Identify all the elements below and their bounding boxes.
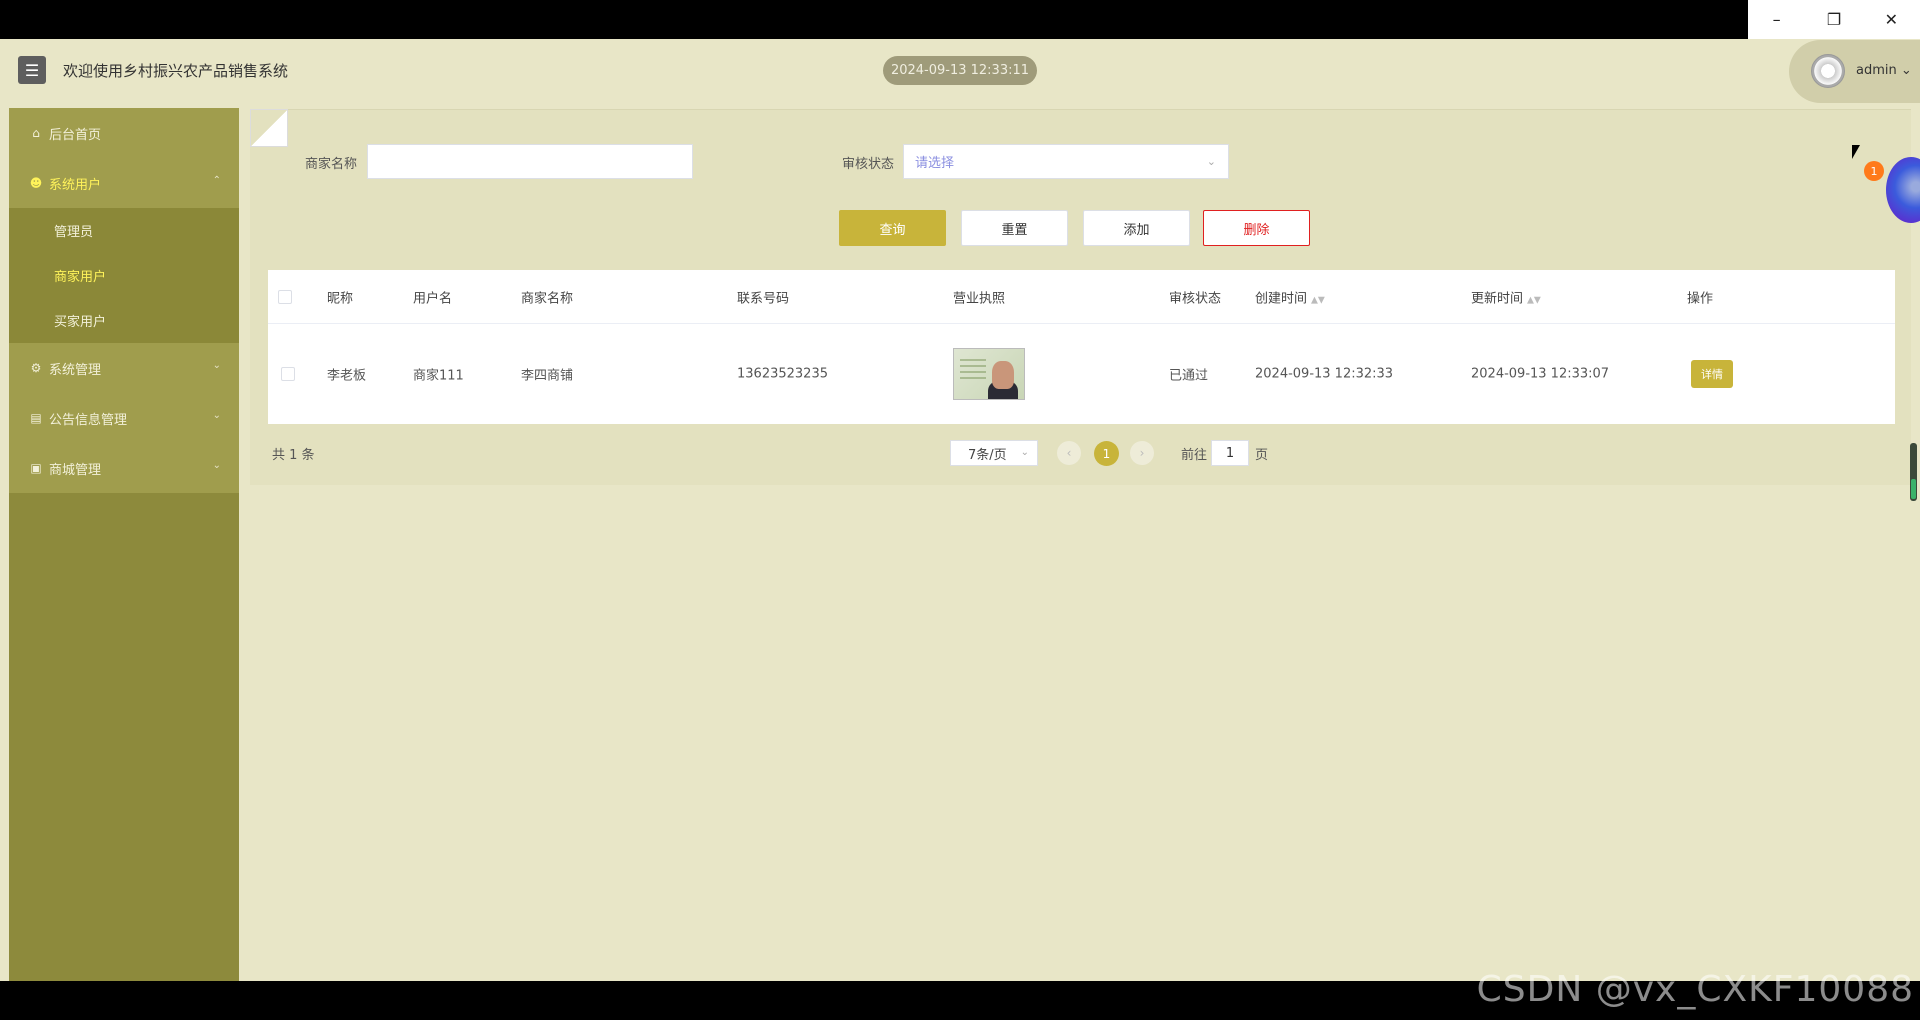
fold-corner-icon — [250, 109, 288, 147]
sidebar-item-merchant-users[interactable]: 商家用户 — [9, 253, 239, 298]
table-row: 李老板 商家111 李四商铺 13623523235 已通过 2024-09-1… — [268, 324, 1895, 424]
bottom-bar: CSDN @vx_CXKF10088 — [0, 969, 1920, 1020]
home-icon: ⌂ — [32, 126, 40, 140]
merchant-name-label: 商家名称 — [305, 157, 358, 172]
menu-toggle-icon[interactable]: ☰ — [18, 56, 46, 84]
delete-button[interactable]: 删除 — [1203, 210, 1310, 246]
col-phone: 联系号码 — [737, 291, 790, 306]
datetime-display: 2024-09-13 12:33:11 — [883, 56, 1037, 85]
table-header: 昵称 用户名 商家名称 联系号码 营业执照 审核状态 创建时间 ▲▼ 更新时间 ▲▼… — [268, 270, 1895, 324]
sidebar-item-label: 商城管理 — [49, 462, 102, 478]
window-controls: – ❐ ✕ — [1748, 0, 1920, 39]
username[interactable]: admin ⌄ — [1856, 63, 1912, 78]
col-nickname: 昵称 — [327, 291, 354, 306]
audit-status-select[interactable]: 请选择 ⌄ — [903, 144, 1229, 179]
goto-page-input[interactable]: 1 — [1211, 440, 1249, 466]
col-updated[interactable]: 更新时间 ▲▼ — [1471, 287, 1541, 306]
sidebar-item-admins[interactable]: 管理员 — [9, 208, 239, 253]
prev-page-icon[interactable]: ‹ — [1057, 441, 1081, 465]
query-button[interactable]: 查询 — [839, 210, 946, 246]
detail-button[interactable]: 详情 — [1691, 360, 1733, 388]
col-status: 审核状态 — [1169, 291, 1222, 306]
user-icon: ☻ — [29, 176, 43, 190]
chevron-down-icon: ⌄ — [212, 410, 221, 421]
page-number[interactable]: 1 — [1094, 441, 1119, 466]
chevron-up-icon: ⌃ — [212, 175, 221, 186]
merchant-name-input[interactable] — [367, 144, 693, 179]
sidebar-item-shop-management[interactable]: ▣ 商城管理 ⌄ — [9, 443, 239, 493]
audit-status-label: 审核状态 — [842, 157, 895, 172]
goto-suffix: 页 — [1255, 448, 1269, 463]
sidebar-item-label: 系统管理 — [49, 362, 102, 378]
close-icon[interactable]: ✕ — [1863, 0, 1920, 39]
col-license: 营业执照 — [953, 291, 1006, 306]
shop-icon: ▣ — [30, 461, 42, 475]
cell-merchant-name: 李四商铺 — [521, 368, 574, 384]
watermark: CSDN @vx_CXKF10088 — [1476, 969, 1914, 1010]
scrollbar-thumb[interactable] — [1911, 479, 1916, 499]
col-merchant-name: 商家名称 — [521, 291, 574, 306]
document-icon: ▤ — [30, 411, 42, 425]
cell-updated: 2024-09-13 12:33:07 — [1471, 366, 1610, 382]
next-page-icon[interactable]: › — [1130, 441, 1154, 465]
sidebar-item-buyer-users[interactable]: 买家用户 — [9, 298, 239, 343]
select-all-checkbox[interactable] — [278, 289, 292, 304]
sort-icon[interactable]: ▲▼ — [1527, 295, 1541, 305]
chevron-down-icon: ⌄ — [1020, 447, 1029, 458]
avatar[interactable] — [1811, 54, 1845, 88]
notification-badge[interactable]: 1 — [1864, 161, 1884, 181]
audit-status-placeholder: 请选择 — [915, 156, 955, 171]
os-title-bar: – ❐ ✕ — [0, 0, 1920, 39]
header: ☰ 欢迎使用乡村振兴农产品销售系统 2024-09-13 12:33:11 ad… — [0, 39, 1920, 107]
submenu-system-users: 管理员 商家用户 买家用户 — [9, 208, 239, 343]
row-checkbox[interactable] — [281, 367, 295, 381]
page-size-select[interactable]: 7条/页 ⌄ — [950, 440, 1038, 466]
chevron-down-icon: ⌄ — [212, 460, 221, 471]
sidebar-item-system-users[interactable]: ☻ 系统用户 ⌃ — [9, 158, 239, 208]
gear-icon: ⚙ — [30, 361, 42, 375]
sidebar-item-notice-management[interactable]: ▤ 公告信息管理 ⌄ — [9, 393, 239, 443]
col-action: 操作 — [1687, 291, 1714, 306]
cell-status: 已通过 — [1169, 368, 1209, 384]
cell-nickname: 李老板 — [327, 368, 367, 384]
goto-label: 前往 — [1181, 448, 1208, 463]
sidebar-item-system-management[interactable]: ⚙ 系统管理 ⌄ — [9, 343, 239, 393]
sidebar-item-label: 后台首页 — [49, 127, 102, 143]
merchant-table: 昵称 用户名 商家名称 联系号码 营业执照 审核状态 创建时间 ▲▼ 更新时间 ▲▼… — [268, 270, 1895, 424]
app-window: ☰ 欢迎使用乡村振兴农产品销售系统 2024-09-13 12:33:11 ad… — [0, 39, 1920, 981]
add-button[interactable]: 添加 — [1083, 210, 1190, 246]
minimize-icon[interactable]: – — [1748, 0, 1805, 39]
reset-button[interactable]: 重置 — [961, 210, 1068, 246]
cell-created: 2024-09-13 12:32:33 — [1255, 366, 1394, 382]
cell-username: 商家111 — [413, 368, 464, 384]
sidebar: ⌂ 后台首页 ☻ 系统用户 ⌃ 管理员 商家用户 买家用户 ⚙ 系统管理 ⌄ ▤… — [9, 108, 239, 981]
total-count: 共 1 条 — [272, 448, 315, 463]
business-license-image[interactable] — [953, 348, 1025, 400]
chevron-down-icon: ⌄ — [212, 360, 221, 371]
sort-icon[interactable]: ▲▼ — [1311, 295, 1325, 305]
sidebar-item-label: 公告信息管理 — [49, 412, 128, 428]
chevron-down-icon: ⌄ — [1206, 155, 1216, 168]
user-menu[interactable]: admin ⌄ — [1789, 40, 1920, 103]
sidebar-item-home[interactable]: ⌂ 后台首页 — [9, 108, 239, 158]
col-created[interactable]: 创建时间 ▲▼ — [1255, 287, 1325, 306]
col-username: 用户名 — [413, 291, 453, 306]
mouse-cursor-icon — [1852, 145, 1860, 159]
sidebar-item-label: 系统用户 — [49, 177, 102, 193]
cell-phone: 13623523235 — [737, 366, 828, 382]
app-title: 欢迎使用乡村振兴农产品销售系统 — [63, 62, 289, 80]
restore-icon[interactable]: ❐ — [1805, 0, 1862, 39]
